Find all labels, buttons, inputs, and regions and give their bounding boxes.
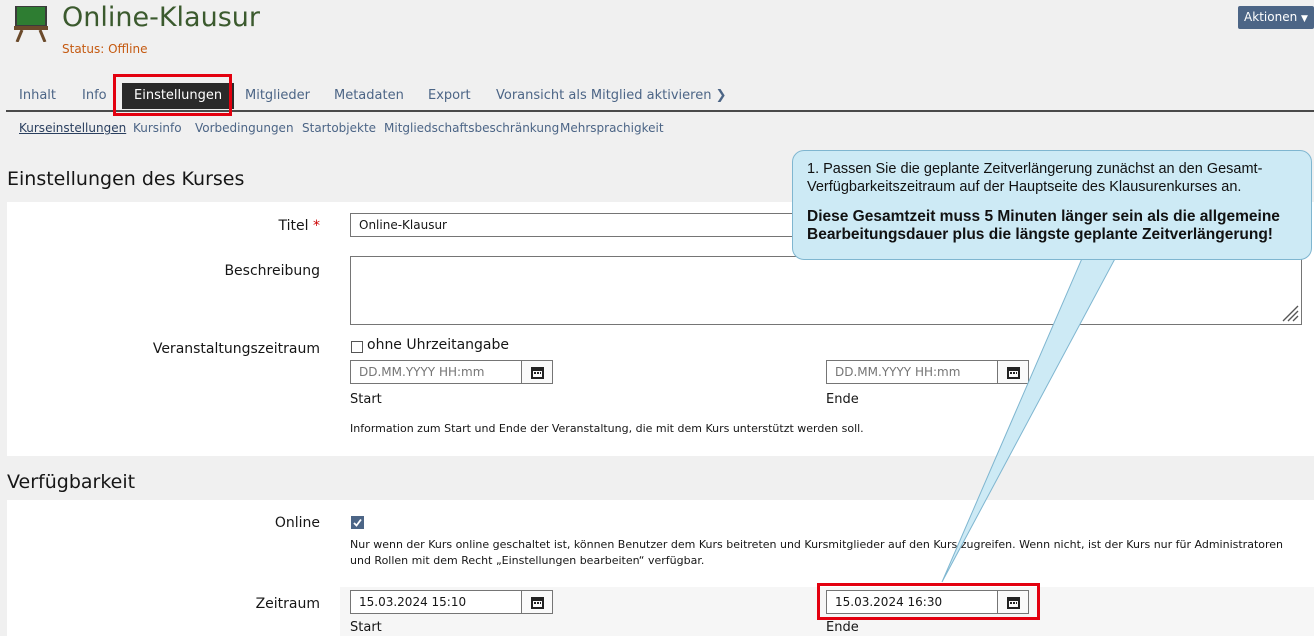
online-info: Nur wenn der Kurs online geschaltet ist,… bbox=[350, 538, 1284, 567]
end-time-highlight-frame bbox=[817, 583, 1040, 620]
subtab-mehrsprachigkeit[interactable]: Mehrsprachigkeit bbox=[560, 121, 664, 135]
section-title-course-settings: Einstellungen des Kurses bbox=[7, 168, 245, 190]
title-label: Titel * bbox=[10, 218, 320, 234]
subtab-startobjekte[interactable]: Startobjekte bbox=[302, 121, 376, 135]
tab-inhalt[interactable]: Inhalt bbox=[19, 88, 56, 103]
availability-start-label: Start bbox=[350, 620, 382, 635]
callout-text-1: 1. Passen Sie die geplante Zeitverlänger… bbox=[807, 161, 1263, 195]
online-label: Online bbox=[274, 515, 320, 531]
subtab-mitgliedschaftsbeschraenkung[interactable]: Mitgliedschaftsbeschränkung bbox=[384, 121, 559, 135]
tab-info[interactable]: Info bbox=[82, 88, 107, 103]
event-period-info: Information zum Start und Ende der Veran… bbox=[350, 422, 864, 435]
calendar-icon bbox=[531, 367, 544, 379]
no-time-label: ohne Uhrzeitangabe bbox=[367, 337, 510, 353]
page-title: Online-Klausur bbox=[62, 2, 260, 33]
event-start-label: Start bbox=[350, 392, 382, 407]
section-title-availability: Verfügbarkeit bbox=[7, 471, 136, 493]
description-textarea[interactable] bbox=[350, 256, 1302, 325]
chevron-right-icon: ❯ bbox=[715, 88, 727, 103]
caret-down-icon: ▼ bbox=[1301, 14, 1308, 24]
tab-voransicht[interactable]: Voransicht als Mitglied aktivieren ❯ bbox=[496, 88, 727, 103]
no-time-checkbox[interactable] bbox=[351, 341, 363, 353]
resize-handle-icon[interactable] bbox=[1281, 304, 1299, 322]
subtab-kursinfo[interactable]: Kursinfo bbox=[133, 121, 182, 135]
subtab-kurseinstellungen[interactable]: Kurseinstellungen bbox=[19, 121, 126, 135]
checkmark-icon bbox=[353, 518, 362, 527]
status-text: Status: Offline bbox=[62, 42, 148, 56]
event-start-calendar-button[interactable] bbox=[521, 360, 553, 384]
course-icon bbox=[14, 5, 48, 43]
tab-mitglieder[interactable]: Mitglieder bbox=[245, 88, 310, 103]
availability-start-input[interactable]: 15.03.2024 15:10 bbox=[350, 590, 522, 614]
event-period-label: Veranstaltungszeitraum bbox=[152, 341, 320, 357]
callout-pointer bbox=[941, 240, 1126, 583]
availability-end-label: Ende bbox=[826, 620, 859, 635]
instruction-callout: 1. Passen Sie die geplante Zeitverlänger… bbox=[792, 150, 1312, 260]
actions-label: Aktionen bbox=[1244, 10, 1298, 24]
description-label: Beschreibung bbox=[224, 263, 320, 279]
tab-export[interactable]: Export bbox=[428, 88, 471, 103]
event-start-input[interactable]: DD.MM.YYYY HH:mm bbox=[350, 360, 522, 384]
subtab-vorbedingungen[interactable]: Vorbedingungen bbox=[195, 121, 294, 135]
tab-metadaten[interactable]: Metadaten bbox=[334, 88, 404, 103]
calendar-icon bbox=[531, 597, 544, 609]
title-label-text: Titel bbox=[278, 218, 309, 234]
online-checkbox[interactable] bbox=[351, 516, 364, 529]
tab-highlight-frame bbox=[113, 74, 232, 116]
actions-dropdown-button[interactable]: Aktionen ▼ bbox=[1238, 6, 1314, 29]
required-mark: * bbox=[313, 218, 320, 234]
tab-voransicht-label: Voransicht als Mitglied aktivieren bbox=[496, 88, 712, 103]
event-end-label: Ende bbox=[826, 392, 859, 407]
period-label: Zeitraum bbox=[255, 596, 320, 612]
availability-start-calendar-button[interactable] bbox=[521, 590, 553, 614]
callout-text-2: Diese Gesamtzeit muss 5 Minuten länger s… bbox=[807, 208, 1280, 243]
